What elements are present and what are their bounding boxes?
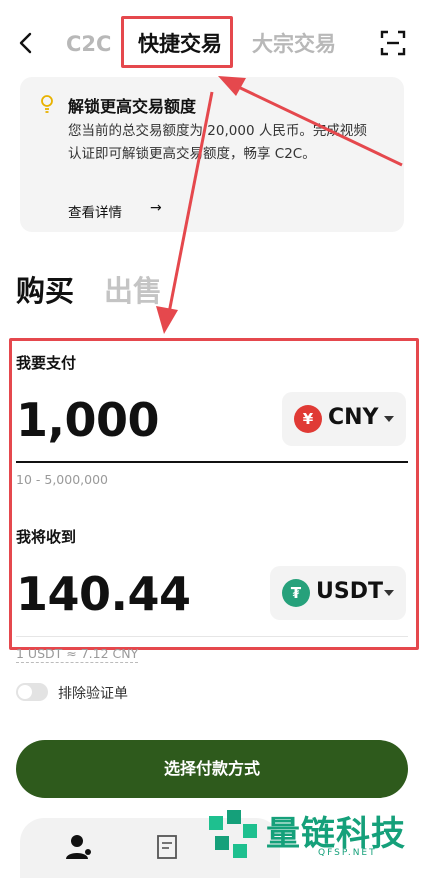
lightbulb-icon xyxy=(41,95,53,113)
exclude-verified-label: 排除验证单 xyxy=(58,686,128,702)
top-nav: C2C 快捷交易 大宗交易 xyxy=(0,0,424,78)
select-payment-button[interactable]: 选择付款方式 xyxy=(16,740,408,798)
tab-quick-trade[interactable]: 快捷交易 xyxy=(138,30,222,58)
tab-c2c[interactable]: C2C xyxy=(66,30,111,58)
toggle-knob xyxy=(18,685,32,699)
notice-card: 解锁更高交易额度 您当前的总交易额度为 20,000 人民币。完成视频认证即可解… xyxy=(20,77,404,232)
cny-icon: ¥ xyxy=(294,405,322,433)
amount-range: 10 - 5,000,000 xyxy=(16,472,108,487)
caret-down-icon xyxy=(384,416,394,422)
receive-amount[interactable]: 140.44 xyxy=(16,567,191,621)
watermark-logo xyxy=(209,810,257,858)
input-underline xyxy=(16,461,408,463)
document-icon[interactable] xyxy=(156,834,178,860)
caret-down-icon xyxy=(384,590,394,596)
pay-amount-input[interactable]: 1,000 xyxy=(16,393,160,447)
tab-sell[interactable]: 出售 xyxy=(104,268,162,310)
arrow-right-icon[interactable]: → xyxy=(150,200,162,216)
currency-select-usdt[interactable]: ₮ USDT xyxy=(270,566,406,620)
exclude-verified-toggle[interactable] xyxy=(16,683,48,701)
watermark-subtext: QFSP.NET xyxy=(318,848,377,858)
user-icon[interactable] xyxy=(64,832,94,862)
divider xyxy=(16,636,408,637)
notice-text: 您当前的总交易额度为 20,000 人民币。完成视频认证即可解锁更高交易额度，畅… xyxy=(68,123,367,162)
view-details-link[interactable]: 查看详情 xyxy=(68,201,122,221)
back-arrow-icon[interactable] xyxy=(14,28,38,58)
pay-label: 我要支付 xyxy=(16,354,77,372)
currency-select-cny[interactable]: ¥ CNY xyxy=(282,392,406,446)
usdt-icon: ₮ xyxy=(282,579,310,607)
receive-label: 我将收到 xyxy=(16,528,77,546)
currency-code: USDT xyxy=(316,579,383,604)
tab-buy[interactable]: 购买 xyxy=(16,268,74,310)
notice-title: 解锁更高交易额度 xyxy=(68,97,197,116)
currency-code: CNY xyxy=(328,405,379,430)
scan-icon[interactable] xyxy=(380,30,406,56)
tab-block-trade[interactable]: 大宗交易 xyxy=(252,30,336,58)
exchange-rate[interactable]: 1 USDT ≈ 7.12 CNY xyxy=(16,646,139,663)
